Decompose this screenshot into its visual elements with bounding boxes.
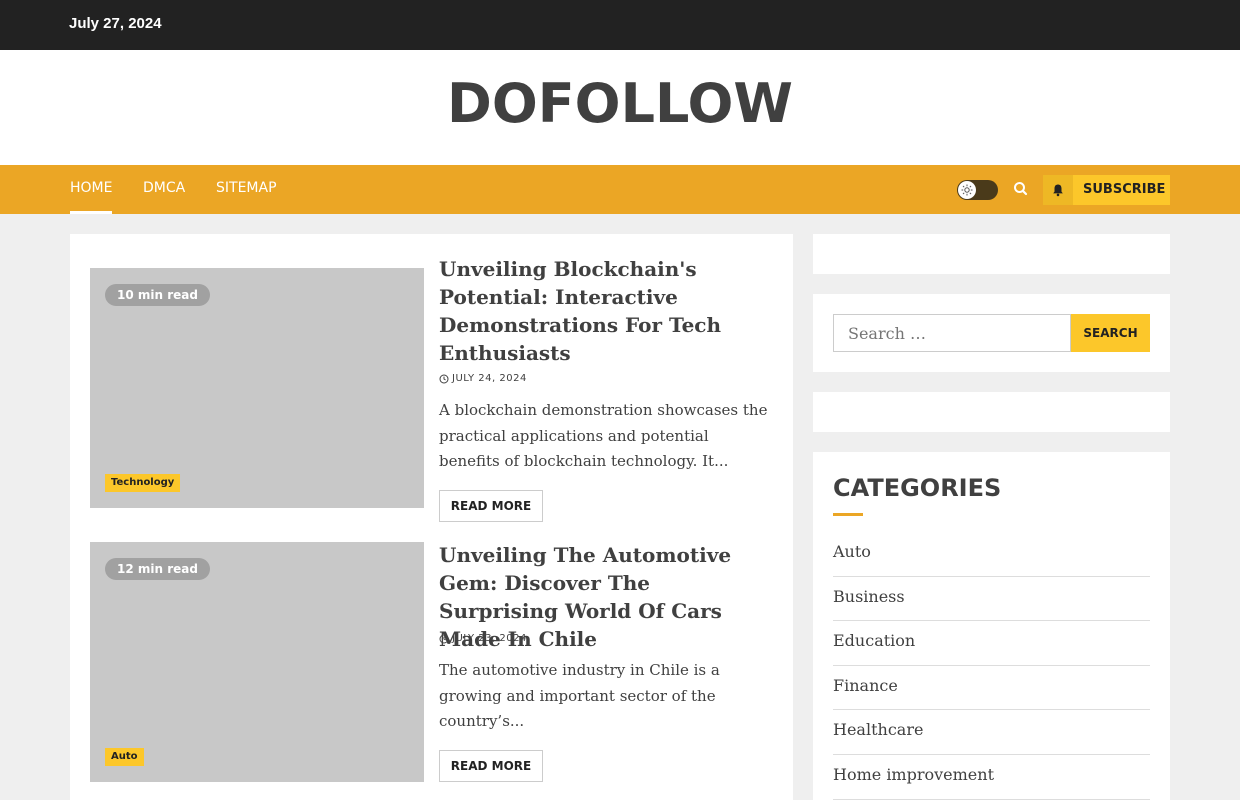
subscribe-button[interactable]: Subscribe [1043,175,1170,205]
post-thumbnail[interactable]: 12 min read Auto [90,542,424,782]
read-time-badge: 12 min read [105,558,210,580]
search-icon [1014,182,1028,196]
categories-widget: Categories Auto Business Education Finan… [813,452,1170,800]
sidebar-widget-empty [813,234,1170,274]
search-input[interactable] [833,314,1071,352]
category-tag[interactable]: Technology [105,474,181,492]
post-date-text: July 24, 2024 [452,373,527,384]
post-date: July 24, 2024 [439,373,527,384]
dark-mode-toggle[interactable] [957,180,998,200]
category-item-auto[interactable]: Auto [833,532,1150,577]
nav-item-home[interactable]: Home [70,180,113,214]
subscribe-label: Subscribe [1083,182,1166,197]
post-date: July 23, 2024 [439,633,527,644]
main-content: 10 min read Technology Unveiling Blockch… [70,234,793,800]
site-header: DOFOLLOW [0,50,1240,165]
search-submit-button[interactable]: Search [1071,314,1150,352]
nav-item-sitemap[interactable]: Sitemap [216,180,277,196]
clock-icon [439,634,449,643]
sun-icon [958,181,976,199]
current-date: July 27, 2024 [69,15,162,32]
post-excerpt: A blockchain demonstration showcases the… [439,401,768,470]
category-list: Auto Business Education Finance Healthca… [833,532,1150,800]
post-title[interactable]: Unveiling Blockchain's Potential: Intera… [439,255,773,367]
category-item-education[interactable]: Education [833,621,1150,666]
header-search-button[interactable] [1010,178,1032,200]
sidebar-widget-empty [813,392,1170,432]
post-thumbnail[interactable]: 10 min read Technology [90,268,424,508]
read-more-button[interactable]: Read More [439,490,543,522]
category-tag[interactable]: Auto [105,748,144,766]
bell-icon [1043,175,1073,205]
nav-item-dmca[interactable]: DMCA [143,180,185,196]
post-date-text: July 23, 2024 [452,633,527,644]
top-bar: July 27, 2024 [0,0,1240,50]
categories-title: Categories [833,474,1002,516]
category-item-business[interactable]: Business [833,577,1150,622]
read-more-button[interactable]: Read More [439,750,543,782]
category-item-finance[interactable]: Finance [833,666,1150,711]
search-widget: Search [813,294,1170,372]
clock-icon [439,374,449,383]
category-item-healthcare[interactable]: Healthcare [833,710,1150,755]
site-logo[interactable]: DOFOLLOW [0,72,1240,135]
read-time-badge: 10 min read [105,284,210,306]
category-item-home-improvement[interactable]: Home improvement [833,755,1150,800]
post-excerpt: The automotive industry in Chile is a gr… [439,661,720,730]
